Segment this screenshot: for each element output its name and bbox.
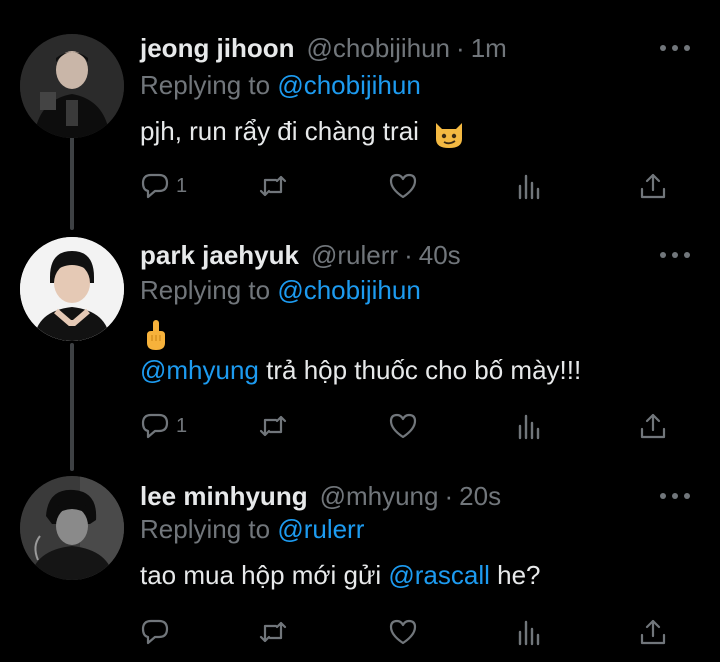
analytics-button[interactable]: [514, 170, 544, 202]
separator-dot: ·: [404, 239, 413, 270]
user-handle[interactable]: @rulerr: [311, 240, 398, 271]
mention-link[interactable]: @mhyung: [140, 355, 259, 385]
share-icon: [640, 413, 666, 439]
tweet-header: park jaehyuk @rulerr · 40s: [140, 235, 461, 275]
like-icon: [389, 173, 417, 199]
share-button[interactable]: [638, 410, 668, 442]
separator-dot: ·: [444, 480, 454, 511]
analytics-icon: [518, 174, 540, 200]
reply-icon: [141, 413, 169, 439]
analytics-icon: [518, 620, 540, 646]
reply-count: 1: [176, 174, 188, 197]
share-icon: [640, 173, 666, 199]
tweet-text-after: he?: [489, 560, 541, 590]
tweet-text-content: trả hộp thuốc cho bố mày!!!: [258, 355, 582, 385]
reply-icon: [141, 619, 169, 645]
retweet-button[interactable]: [258, 170, 288, 202]
replying-to: Replying to @chobijihun: [140, 70, 421, 101]
avatar[interactable]: [20, 237, 124, 341]
analytics-icon: [518, 414, 540, 440]
retweet-button[interactable]: [258, 616, 288, 648]
tweet-actions: 1: [140, 170, 680, 202]
replying-to-prefix: Replying to: [140, 70, 271, 100]
share-button[interactable]: [638, 616, 668, 648]
more-icon[interactable]: [660, 488, 690, 504]
retweet-icon: [259, 175, 287, 197]
like-button[interactable]: [388, 170, 418, 202]
retweet-button[interactable]: [258, 410, 288, 442]
replying-to-handle[interactable]: @chobijihun: [277, 70, 420, 100]
like-button[interactable]: [388, 410, 418, 442]
more-icon[interactable]: [660, 247, 690, 263]
like-icon: [389, 413, 417, 439]
tweet-park-jaehyuk[interactable]: park jaehyuk @rulerr · 40s Replying to @…: [0, 235, 720, 455]
replying-to: Replying to @rulerr: [140, 514, 364, 545]
reply-count: 1: [176, 414, 188, 437]
replying-to: Replying to @chobijihun: [140, 275, 421, 306]
tweet-header: lee minhyung @mhyung · 20s: [140, 476, 501, 516]
tweet-lee-minhyung[interactable]: lee minhyung @mhyung · 20s Replying to @…: [0, 476, 720, 662]
reply-button[interactable]: 1: [140, 170, 187, 202]
retweet-icon: [259, 621, 287, 643]
like-icon: [389, 619, 417, 645]
mention-link[interactable]: @rascall: [388, 560, 490, 590]
timestamp[interactable]: 1m: [471, 33, 507, 64]
display-name[interactable]: park jaehyuk: [140, 240, 299, 271]
tweet-actions: 1: [140, 410, 680, 442]
middle-finger-emoji: [147, 320, 165, 350]
replying-to-prefix: Replying to: [140, 514, 271, 544]
tweet-text: tao mua hộp mới gửi @rascall he?: [140, 560, 541, 591]
analytics-button[interactable]: [514, 410, 544, 442]
reply-button[interactable]: 1: [140, 410, 187, 442]
avatar[interactable]: [20, 476, 124, 580]
separator-dot: ·: [456, 32, 465, 63]
tweet-text: @mhyung trả hộp thuốc cho bố mày!!!: [140, 355, 581, 386]
replying-to-handle[interactable]: @rulerr: [277, 514, 364, 544]
tweet-actions: [140, 616, 680, 648]
more-icon[interactable]: [660, 40, 690, 56]
retweet-icon: [259, 415, 287, 437]
share-button[interactable]: [638, 170, 668, 202]
timestamp[interactable]: 40s: [419, 240, 461, 271]
like-button[interactable]: [388, 616, 418, 648]
user-handle[interactable]: @mhyung: [320, 481, 439, 512]
cat-smirk-emoji: [436, 123, 463, 149]
avatar[interactable]: [20, 34, 124, 138]
reply-button[interactable]: [140, 616, 176, 648]
tweet-text-before: tao mua hộp mới gửi: [140, 560, 389, 590]
analytics-button[interactable]: [514, 616, 544, 648]
reply-icon: [141, 173, 169, 199]
replying-to-handle[interactable]: @chobijihun: [277, 275, 420, 305]
user-handle[interactable]: @chobijihun: [307, 33, 450, 64]
replying-to-prefix: Replying to: [140, 275, 271, 305]
emoji-line: [144, 319, 168, 358]
tweet-header: jeong jihoon @chobijihun · 1m: [140, 28, 507, 68]
share-icon: [640, 619, 666, 645]
timestamp[interactable]: 20s: [459, 481, 501, 512]
tweet-jeong-jihoon[interactable]: jeong jihoon @chobijihun · 1m Replying t…: [0, 28, 720, 218]
display-name[interactable]: lee minhyung: [140, 481, 308, 512]
tweet-text-content: pjh, run rẩy đi chàng trai: [140, 116, 419, 146]
tweet-text: pjh, run rẩy đi chàng trai: [140, 116, 466, 149]
display-name[interactable]: jeong jihoon: [140, 33, 295, 64]
